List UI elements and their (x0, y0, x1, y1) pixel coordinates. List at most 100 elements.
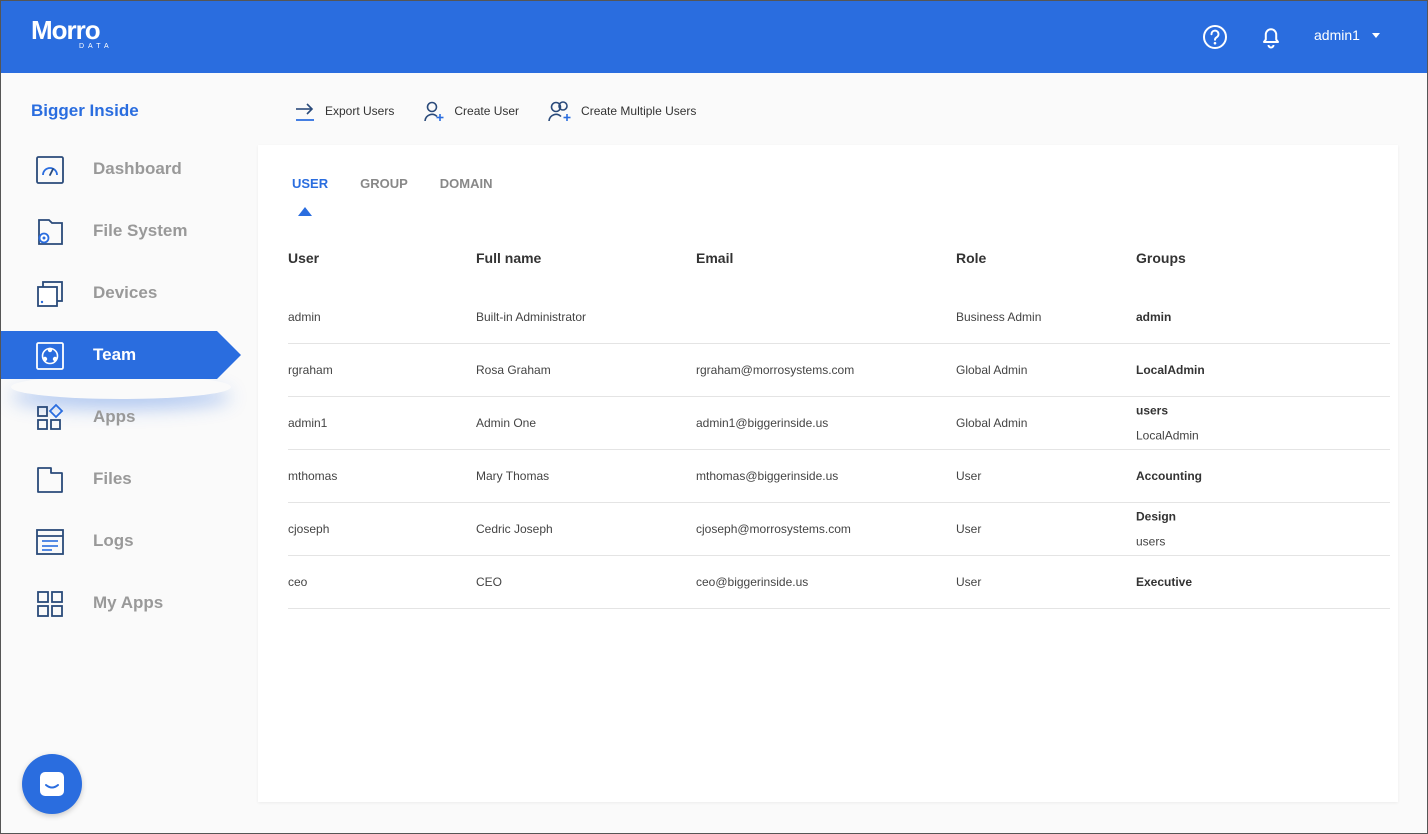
cell-role: Business Admin (956, 310, 1042, 324)
cell-groups: Design users (1136, 510, 1176, 549)
cell-role: User (956, 469, 982, 483)
export-users-button[interactable]: Export Users (293, 99, 394, 123)
column-header-user[interactable]: User (288, 250, 319, 266)
cell-groups: users LocalAdmin (1136, 404, 1199, 443)
cell-groups: LocalAdmin (1136, 363, 1205, 377)
sidebar-item-devices[interactable]: Devices (1, 269, 241, 317)
export-arrow-icon (296, 103, 314, 121)
username: admin1 (1314, 27, 1360, 43)
table-row[interactable]: ceo CEO ceo@biggerinside.us User Executi… (288, 556, 1390, 609)
apps-grid-icon (35, 403, 65, 433)
group-name: Executive (1136, 575, 1193, 589)
sidebar-item-label: My Apps (93, 593, 164, 612)
table-row[interactable]: cjoseph Cedric Joseph cjoseph@morrosyste… (288, 503, 1390, 556)
sidebar-item-logs[interactable]: Logs (1, 517, 241, 565)
sidebar-item-label: Logs (93, 531, 134, 550)
cell-email: rgraham@morrosystems.com (696, 363, 855, 377)
bell-icon[interactable] (1257, 23, 1285, 51)
column-header-email[interactable]: Email (696, 250, 733, 266)
org-name: Bigger Inside (31, 101, 139, 120)
table-row[interactable]: mthomas Mary Thomas mthomas@biggerinside… (288, 450, 1390, 503)
cell-user: ceo (288, 575, 308, 589)
sidebar-item-label: Dashboard (93, 159, 182, 178)
cell-full-name: Mary Thomas (476, 469, 550, 483)
active-tab-indicator (298, 207, 312, 216)
group-name: LocalAdmin (1136, 363, 1205, 377)
sidebar-item-label: File System (93, 221, 188, 240)
cell-user: admin (288, 310, 321, 324)
sidebar-item-label: Apps (93, 407, 136, 426)
export-users-label: Export Users (325, 104, 395, 118)
tab-group[interactable]: GROUP (360, 176, 408, 191)
devices-icon (35, 279, 65, 309)
cell-full-name: CEO (476, 575, 503, 589)
group-name: Design (1136, 509, 1177, 524)
column-header-groups[interactable]: Groups (1136, 250, 1186, 266)
cell-email: admin1@biggerinside.us (696, 416, 829, 430)
column-header-role[interactable]: Role (956, 250, 986, 266)
cell-role: User (956, 522, 982, 536)
group-name: LocalAdmin (1136, 428, 1199, 443)
chat-launcher-button[interactable] (22, 754, 82, 814)
cell-groups: Executive (1136, 575, 1192, 589)
cell-user: mthomas (288, 469, 338, 483)
add-users-icon (548, 101, 571, 122)
table-row[interactable]: rgraham Rosa Graham rgraham@morrosystems… (288, 344, 1390, 397)
sidebar-item-label: Files (93, 469, 132, 488)
sidebar-item-apps[interactable]: Apps (1, 393, 241, 441)
create-multiple-users-button[interactable]: Create Multiple Users (547, 99, 696, 123)
cell-groups: Accounting (1136, 469, 1202, 483)
create-user-label: Create User (454, 104, 520, 118)
sidebar-item-dashboard[interactable]: Dashboard (1, 145, 241, 193)
table-row[interactable]: admin Built-in Administrator Business Ad… (288, 291, 1390, 344)
users-card: USER GROUP DOMAIN User Full name Email R… (258, 145, 1398, 802)
create-user-button[interactable]: Create User (422, 99, 519, 123)
cell-role: Global Admin (956, 363, 1028, 377)
group-name: admin (1136, 310, 1172, 324)
cell-user: cjoseph (288, 522, 330, 536)
help-circle-icon[interactable] (1201, 23, 1229, 51)
table-header: User Full name Email Role Groups (288, 241, 1390, 291)
cell-full-name: Rosa Graham (476, 363, 551, 377)
tab-bar: USER GROUP DOMAIN (292, 176, 525, 191)
table-row[interactable]: admin1 Admin One admin1@biggerinside.us … (288, 397, 1390, 450)
cell-full-name: Admin One (476, 416, 537, 430)
cell-groups: admin (1136, 310, 1171, 324)
top-bar: Morro DATA admin1 (1, 1, 1427, 73)
cell-full-name: Cedric Joseph (476, 522, 553, 536)
action-bar: Export Users Create User Create Multiple… (293, 97, 724, 125)
logo-sub-text: DATA (79, 43, 113, 50)
group-name: Accounting (1136, 469, 1202, 483)
sidebar-item-file-system[interactable]: File System (1, 207, 241, 255)
tab-user[interactable]: USER (292, 176, 328, 191)
cell-email: cjoseph@morrosystems.com (696, 522, 851, 536)
cell-role: User (956, 575, 982, 589)
logo-main-text: Morro (31, 15, 101, 45)
caret-down-icon (1371, 32, 1380, 38)
cell-full-name: Built-in Administrator (476, 310, 587, 324)
cell-user: admin1 (288, 416, 328, 430)
cell-user: rgraham (288, 363, 333, 377)
team-icon (35, 341, 65, 371)
sidebar-item-team[interactable]: Team (1, 331, 241, 379)
users-table: User Full name Email Role Groups admin B… (288, 241, 1390, 609)
chat-icon (40, 772, 64, 796)
tab-domain[interactable]: DOMAIN (440, 176, 493, 191)
sidebar-item-my-apps[interactable]: My Apps (1, 579, 241, 627)
cell-role: Global Admin (956, 416, 1028, 430)
sidebar: Bigger Inside Dashboard File System Devi… (1, 73, 241, 833)
dashboard-gauge-icon (35, 155, 65, 185)
group-name: users (1136, 403, 1169, 418)
file-system-gear-icon (35, 217, 65, 247)
logo[interactable]: Morro DATA (31, 15, 121, 55)
column-header-full-name[interactable]: Full name (476, 250, 541, 266)
my-apps-grid-icon (35, 589, 65, 619)
sidebar-item-label: Team (93, 345, 137, 364)
create-multiple-users-label: Create Multiple Users (581, 104, 697, 118)
user-menu[interactable]: admin1 (1314, 27, 1380, 43)
sidebar-item-files[interactable]: Files (1, 455, 241, 503)
cell-email: ceo@biggerinside.us (696, 575, 809, 589)
logs-icon (35, 527, 65, 557)
group-name: users (1136, 534, 1166, 549)
files-folder-icon (35, 465, 65, 495)
